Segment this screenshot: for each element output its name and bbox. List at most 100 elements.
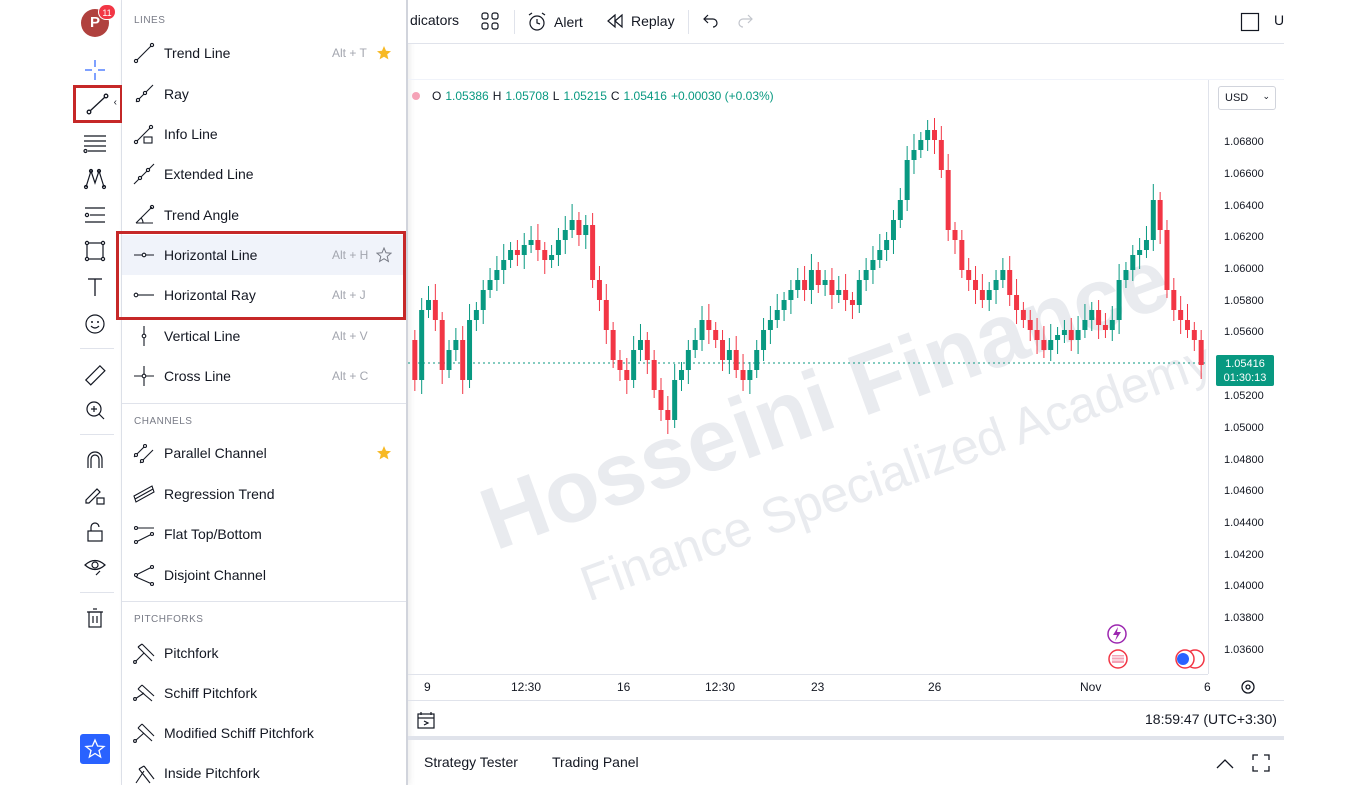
menu-item-info-line[interactable]: Info Line [122,114,406,154]
price-scale-label: 1.05800 [1224,295,1264,307]
price-chart[interactable] [408,80,1208,700]
go-to-date-icon[interactable] [416,710,438,732]
menu-item-label: Extended Line [164,166,254,182]
chevron-up-icon[interactable] [1214,754,1236,774]
measure-tool-button[interactable] [80,360,110,390]
tab-trading-panel[interactable]: Trading Panel [552,754,639,770]
candle-body [1075,330,1081,340]
candle-body [836,290,842,295]
redo-button[interactable] [736,11,756,31]
toolbar-divider [80,434,114,435]
shape-tools-button[interactable] [80,236,110,266]
currency-value: USD [1225,92,1249,104]
candle-body [651,360,657,390]
tab-strategy-tester[interactable]: Strategy Tester [424,754,518,770]
prediction-tools-button[interactable] [80,200,110,230]
line-tools-button[interactable]: ‹ [73,85,123,123]
menu-item-label: Disjoint Channel [164,567,266,583]
hide-drawings-button[interactable] [80,552,110,582]
menu-item-disjoint-channel[interactable]: Disjoint Channel [122,555,406,595]
candle-body [624,370,630,380]
star-filled-icon[interactable] [376,45,392,61]
pattern-tools-button[interactable] [80,164,110,194]
menu-item-modified-schiff-pitchfork[interactable]: Modified Schiff Pitchfork [122,713,406,753]
menu-item-schiff-pitchfork[interactable]: Schiff Pitchfork [122,673,406,713]
crosshair-tool-button[interactable] [80,55,110,85]
time-axis-label: Nov [1080,680,1102,694]
candle-body [480,290,486,310]
settings-gear-icon[interactable] [1238,677,1258,697]
currency-select[interactable]: USD ⌄ [1218,86,1276,110]
candle-body [747,370,753,380]
menu-item-label: Inside Pitchfork [164,765,260,781]
candle-body [829,280,835,295]
undo-button[interactable] [700,11,720,31]
extended-line-icon [133,163,155,185]
text-tool-button[interactable] [80,272,110,302]
zoom-tool-button[interactable] [80,395,110,425]
price-scale-label: 1.04600 [1224,485,1264,497]
candle-body [453,340,459,350]
time-axis[interactable]: 9 12:30 16 12:30 23 26 Nov 6 [408,674,1211,698]
star-filled-icon[interactable] [376,445,392,461]
alert-button[interactable]: Alert [526,11,583,33]
candle-body [856,280,862,305]
fullscreen-checkbox[interactable] [1240,12,1260,32]
crosshair-icon [85,60,105,80]
price-scale-label: 1.04800 [1224,454,1264,466]
fib-retracement-icon [83,135,106,154]
bottom-panel-tabs: Strategy Tester Trading Panel [408,744,1284,785]
menu-item-regression-trend[interactable]: Regression Trend [122,474,406,514]
magnet-icon [87,451,103,468]
remove-drawings-button[interactable] [80,603,110,633]
candle-body [774,310,780,320]
lightning-icon[interactable] [1107,624,1127,644]
candle-body [1150,200,1156,240]
menu-item-pitchfork[interactable]: Pitchfork [122,633,406,673]
candle-body [549,255,555,260]
candle-body [699,320,705,340]
price-scale-label: 1.04200 [1224,549,1264,561]
time-axis-label: 12:30 [511,680,542,694]
emoji-tool-button[interactable] [80,309,110,339]
menu-item-trend-angle[interactable]: Trend Angle [122,195,406,235]
candle-body [610,330,616,360]
candle-body [542,250,548,260]
layouts-button[interactable] [480,11,500,31]
menu-item-label: Pitchfork [164,645,219,661]
menu-item-trend-line[interactable]: Trend Line Alt + T [122,33,406,73]
menu-item-extended-line[interactable]: Extended Line [122,154,406,194]
candle-body [528,240,534,245]
indicators-button[interactable]: dicators [410,12,459,28]
candle-body [959,240,965,270]
replay-label: Replay [631,13,675,29]
clock-timezone[interactable]: 18:59:47 (UTC+3:30) [1145,711,1277,727]
lock-drawing-button[interactable] [80,480,110,510]
menu-item-parallel-channel[interactable]: Parallel Channel [122,433,406,473]
maximize-panel-icon[interactable] [1250,752,1272,774]
menu-item-inside-pitchfork[interactable]: Inside Pitchfork [122,753,406,785]
replay-button[interactable]: Replay [605,11,675,31]
menu-item-cross-line[interactable]: Cross Line Alt + C [122,356,406,396]
candle-body [849,300,855,305]
menu-item-flat-top-bottom[interactable]: Flat Top/Bottom [122,514,406,554]
menu-item-vertical-line[interactable]: Vertical Line Alt + V [122,316,406,356]
magnet-button[interactable] [80,445,110,475]
current-price-value: 1.05416 [1225,358,1265,370]
fib-tools-button[interactable] [80,128,110,158]
menu-item-label: Flat Top/Bottom [164,526,262,542]
toolbar-divider [80,348,114,349]
lock-all-button[interactable] [80,517,110,547]
candle-body [802,280,808,290]
us-flag-events-icon[interactable] [1108,649,1128,669]
section-lines-heading: LINES [134,15,166,26]
menu-item-ray[interactable]: Ray [122,74,406,114]
schiff-pitchfork-icon [133,684,155,702]
more-button[interactable]: U [1274,12,1284,28]
eu-flag-events-icon[interactable] [1175,649,1205,669]
favorites-button[interactable] [80,734,110,764]
menu-divider [122,403,406,404]
candle-body [1191,330,1197,340]
menu-item-label: Regression Trend [164,486,275,502]
candle-body [877,250,883,260]
